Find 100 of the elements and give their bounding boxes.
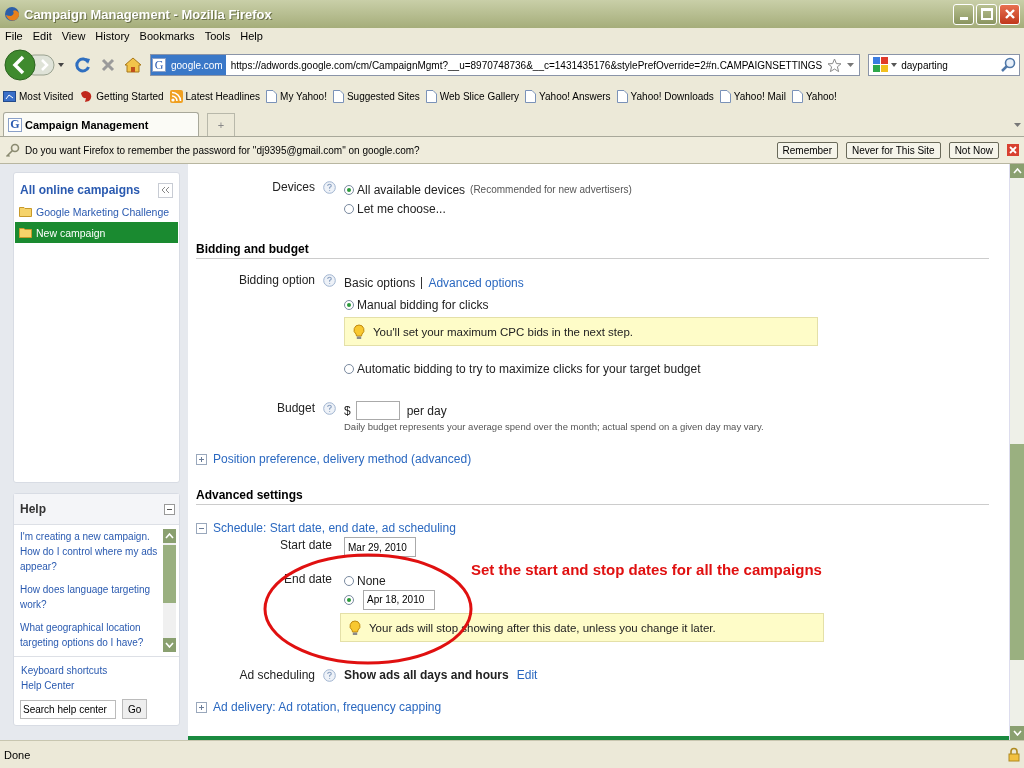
firefox-icon	[4, 6, 20, 22]
option-label: All available devices	[357, 182, 466, 197]
section-heading: Bidding and budget	[196, 242, 989, 259]
radio-button[interactable]	[344, 594, 354, 605]
campaign-item[interactable]: Google Marketing Challenge	[15, 201, 178, 222]
go-button[interactable]: Go	[122, 699, 148, 719]
bird-icon	[79, 90, 94, 103]
notification-message: Do you want Firefox to remember the password for "dj9395@gmail.com" on google.com?	[25, 144, 421, 156]
bookmark-item[interactable]: Yahoo! Mail	[719, 90, 786, 103]
date-field[interactable]: Apr 18, 2010	[363, 589, 435, 610]
close-button[interactable]	[999, 3, 1020, 25]
option-note: (Recommended for new advertisers)	[470, 184, 632, 195]
close-icon[interactable]	[1003, 8, 1016, 20]
scroll-up-icon[interactable]	[1012, 168, 1022, 174]
advanced-options-link[interactable]: Advanced options	[428, 275, 524, 290]
search-engine-icon[interactable]	[872, 56, 899, 74]
collapse-button[interactable]	[164, 503, 175, 515]
scroll-up-icon[interactable]	[165, 533, 174, 539]
status-text: Done	[4, 748, 31, 761]
tab-list-icon[interactable]	[1014, 123, 1021, 128]
date-field[interactable]: Mar 29, 2010	[344, 537, 416, 557]
panel-title[interactable]: All online campaigns	[20, 183, 141, 197]
page-icon	[332, 90, 344, 103]
scroll-down-icon[interactable]	[165, 642, 174, 648]
expand-icon[interactable]	[196, 453, 207, 465]
field-label: Devices	[271, 180, 315, 194]
menu-item[interactable]: View	[58, 30, 89, 42]
bookmark-item[interactable]: My Yahoo!	[266, 90, 327, 103]
radio-button[interactable]	[344, 299, 354, 310]
collapse-button[interactable]	[158, 182, 173, 198]
option-label: Automatic bidding to try to maximize clicks for your target budget	[357, 361, 701, 376]
notification-button[interactable]: Not Now	[948, 141, 999, 159]
collapse-icon[interactable]	[196, 522, 207, 534]
option-label: None	[357, 573, 386, 588]
help-link[interactable]: Keyboard shortcuts	[21, 663, 179, 678]
option-label: Let me choose...	[357, 201, 446, 216]
menu-item[interactable]: Edit	[29, 30, 55, 42]
radio-button[interactable]	[344, 575, 354, 586]
help-icon[interactable]	[323, 181, 336, 194]
star-icon[interactable]	[827, 57, 843, 73]
currency-symbol: $	[344, 403, 351, 418]
notification-button[interactable]: Remember	[776, 141, 838, 159]
radio-button[interactable]	[344, 363, 354, 374]
home-icon[interactable]	[124, 56, 142, 74]
minimize-button[interactable]	[953, 3, 974, 25]
help-link[interactable]: What geographical location targeting options do I have?	[20, 620, 163, 650]
bookmark-item[interactable]: Suggested Sites	[332, 90, 420, 103]
bookmark-item[interactable]: Yahoo! Downloads	[616, 90, 714, 103]
help-link[interactable]: How does language targeting work?	[20, 582, 163, 612]
bookmark-item[interactable]: Latest Headlines	[169, 90, 261, 103]
reload-icon[interactable]	[74, 56, 92, 74]
search-field[interactable]: dayparting	[868, 54, 1020, 76]
section-link[interactable]: Ad delivery: Ad rotation, frequency capping	[213, 700, 442, 714]
help-icon[interactable]	[323, 402, 336, 415]
dropdown-icon[interactable]	[847, 62, 855, 68]
bookmark-item[interactable]: Web Slice Gallery	[425, 90, 520, 103]
search-field[interactable]: Search help center	[20, 699, 116, 719]
edit-link[interactable]: Edit	[516, 668, 538, 682]
site-identity-button[interactable]: G google.com	[151, 55, 226, 75]
section-link[interactable]: Schedule: Start date, end date, ad scheduling	[213, 521, 456, 535]
help-icon[interactable]	[323, 274, 336, 287]
menu-item[interactable]: Tools	[201, 30, 234, 42]
notification-button[interactable]: Never for This Site	[846, 141, 941, 159]
expand-icon[interactable]	[196, 701, 207, 713]
mode-label: Basic options	[344, 275, 416, 290]
bookmark-item[interactable]: Yahoo!	[791, 90, 837, 103]
page-icon	[525, 90, 537, 103]
menu-item[interactable]: History	[92, 30, 133, 42]
help-link[interactable]: Help Center	[21, 678, 179, 693]
scrollbar[interactable]	[163, 529, 176, 652]
field-label: Budget	[275, 401, 315, 415]
budget-field[interactable]	[355, 401, 400, 420]
restore-button[interactable]	[976, 3, 997, 25]
lightbulb-icon	[349, 619, 361, 636]
menu-item[interactable]: Help	[237, 30, 266, 42]
scroll-down-icon[interactable]	[1012, 730, 1022, 736]
scrollbar[interactable]	[1009, 164, 1024, 740]
section-link[interactable]: Position preference, delivery method (advanced)	[213, 452, 472, 466]
menu-item[interactable]: File	[2, 30, 26, 42]
lightbulb-icon	[353, 323, 365, 340]
field-label: Start date	[278, 537, 332, 552]
field-label: Ad scheduling	[238, 668, 315, 682]
help-link[interactable]: I'm creating a new campaign. How do I control where my ads appear?	[20, 529, 163, 574]
bookmark-item[interactable]: Yahoo! Answers	[525, 90, 611, 103]
search-icon[interactable]	[1000, 57, 1016, 73]
menu-item[interactable]: Bookmarks	[136, 30, 198, 42]
bookmark-item[interactable]: Most Visited	[3, 90, 74, 103]
tip-text: You'll set your maximum CPC bids in the next step.	[373, 325, 633, 338]
chevrons-icon[interactable]	[161, 186, 170, 194]
address-bar[interactable]: G google.com https://adwords.google.com/cm/CampaignMgmt?__u=8970748736&__c=1431435176&stylePrefOverride=2#n.CAMPAIGNSETTINGS	[150, 54, 861, 76]
radio-button[interactable]	[344, 203, 354, 214]
campaign-item[interactable]: New campaign	[15, 222, 178, 243]
radio-button[interactable]	[344, 184, 354, 195]
browser-tab[interactable]: G Campaign Management	[3, 112, 199, 136]
help-icon[interactable]	[323, 669, 336, 682]
back-forward-drawing[interactable]	[4, 48, 66, 82]
section-heading: Advanced settings	[196, 488, 989, 505]
stop-icon[interactable]	[100, 57, 116, 73]
bookmark-item[interactable]: Getting Started	[79, 90, 164, 103]
page-icon	[266, 90, 278, 103]
